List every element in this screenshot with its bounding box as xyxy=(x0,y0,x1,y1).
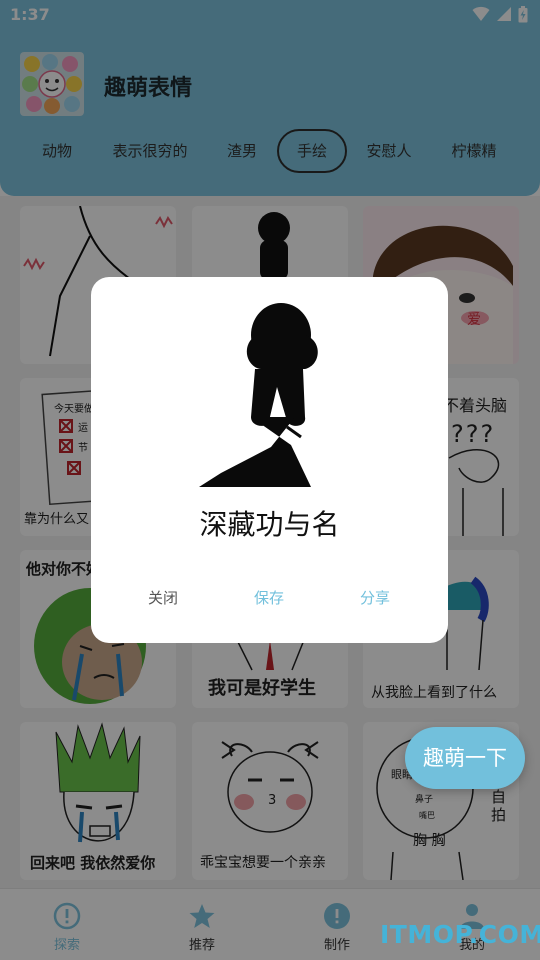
dialog-title: 深藏功与名 xyxy=(199,508,340,541)
watermark: ITMOP.COM xyxy=(380,920,540,949)
share-button[interactable]: 分享 xyxy=(340,587,410,608)
close-button[interactable]: 关闭 xyxy=(128,587,198,608)
sticker-preview-image xyxy=(199,303,318,487)
sticker-preview-dialog: 深藏功与名 关闭 保存 分享 xyxy=(91,277,448,643)
save-button[interactable]: 保存 xyxy=(234,587,304,608)
random-sticker-fab[interactable]: 趣萌一下 xyxy=(405,727,525,789)
